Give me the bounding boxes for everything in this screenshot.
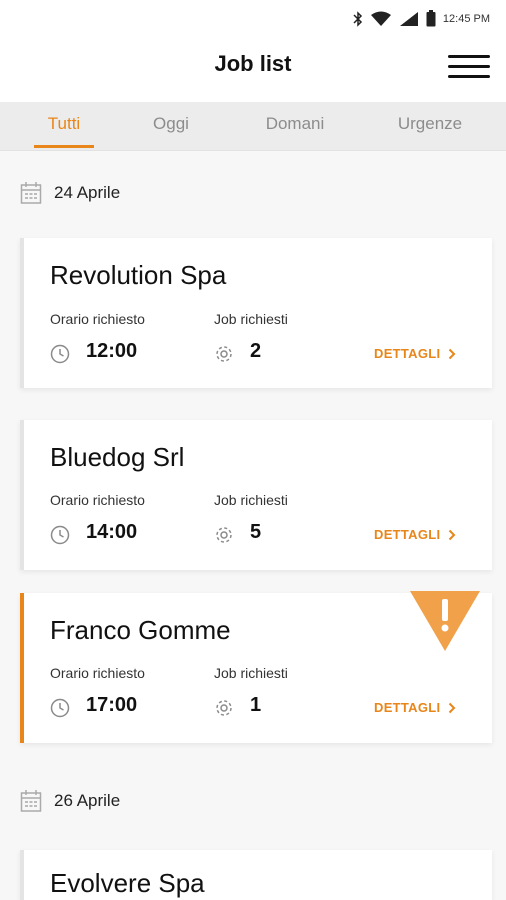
job-card-urgent[interactable]: Franco Gomme Orario richiesto Job richie… [20,591,492,743]
date-label: 26 Aprile [54,791,121,810]
menu-button[interactable] [446,50,492,82]
jobs-count-label: Job richiesti [214,492,288,508]
page-title: Job list [214,51,292,76]
details-link[interactable]: DETTAGLI [374,346,456,361]
gear-icon [216,700,232,716]
clock-icon [50,525,70,545]
urgent-warning-icon [410,591,480,651]
status-bar: 12:45 PM [0,0,506,40]
filter-tabs: Tutti Oggi Domani Urgenze [0,102,506,151]
details-label: DETTAGLI [374,527,441,542]
app-header: Job list [0,40,506,102]
job-card[interactable]: Bluedog Srl Orario richiesto Job richies… [20,420,492,570]
requested-time: 17:00 [86,694,138,716]
date-header: 26 Aprile [20,788,120,814]
chevron-right-icon [449,348,456,359]
details-link[interactable]: DETTAGLI [374,527,456,542]
jobs-count-label: Job richiesti [214,311,288,327]
tab-urgenze[interactable]: Urgenze [384,114,476,134]
time-label: Orario richiesto [50,311,145,327]
company-name: Bluedog Srl [50,442,185,472]
details-label: DETTAGLI [374,700,441,715]
calendar-icon [20,182,42,204]
tab-oggi[interactable]: Oggi [136,114,206,134]
company-name: Franco Gomme [50,615,231,645]
jobs-count: 5 [250,521,262,543]
jobs-count: 1 [250,694,262,716]
clock-icon [50,344,70,364]
company-name: Revolution Spa [50,260,227,290]
job-card[interactable]: Evolvere Spa [20,850,492,900]
calendar-icon [20,790,42,812]
details-link[interactable]: DETTAGLI [374,700,456,715]
job-card[interactable]: Revolution Spa Orario richiesto Job rich… [20,238,492,388]
wifi-icon [370,11,391,26]
company-name: Evolvere Spa [50,868,205,898]
chevron-right-icon [449,529,456,540]
status-icons: 12:45 PM [353,10,490,27]
chevron-right-icon [449,702,456,713]
battery-icon [426,10,436,27]
status-time: 12:45 PM [442,12,490,25]
details-label: DETTAGLI [374,346,441,361]
tab-tutti[interactable]: Tutti [34,114,94,134]
clock-icon [50,698,70,718]
date-header: 24 Aprile [20,180,120,206]
requested-time: 12:00 [86,340,138,362]
jobs-count: 2 [250,340,262,362]
gear-icon [216,527,232,543]
bluetooth-icon [353,10,362,27]
time-label: Orario richiesto [50,492,145,508]
active-tab-indicator [34,145,94,148]
gear-icon [216,346,232,362]
cellular-signal-icon [399,11,418,26]
time-label: Orario richiesto [50,665,145,681]
date-label: 24 Aprile [54,183,121,202]
requested-time: 14:00 [86,521,138,543]
jobs-count-label: Job richiesti [214,665,288,681]
tab-domani[interactable]: Domani [250,114,340,134]
